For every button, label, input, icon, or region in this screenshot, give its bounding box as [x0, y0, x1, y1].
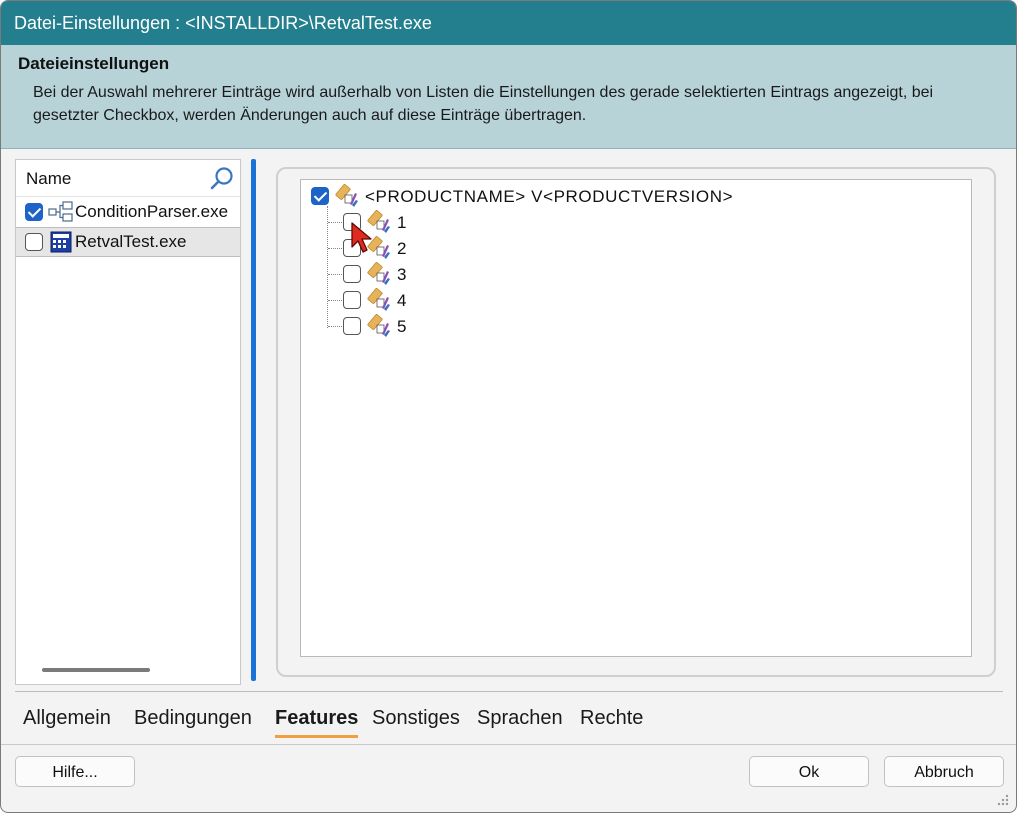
title-bar: Datei-Einstellungen : <INSTALLDIR>\Retva… [1, 1, 1016, 45]
features-group: <PRODUCTNAME> V<PRODUCTVERSION> 1 2 3 4 … [276, 167, 996, 677]
tree-connector [327, 206, 329, 328]
footer-separator [1, 744, 1016, 745]
tab-bedingungen[interactable]: Bedingungen [134, 707, 252, 730]
list-item-checkbox[interactable] [25, 203, 43, 221]
tree-node-checkbox[interactable] [343, 317, 361, 335]
tree-node-label: 2 [397, 239, 407, 258]
horizontal-scrollbar[interactable] [42, 668, 150, 672]
list-item-label: ConditionParser.exe [75, 202, 229, 221]
feature-icon [367, 288, 390, 311]
window-title: Datei-Einstellungen : <INSTALLDIR>\Retva… [14, 13, 432, 33]
feature-icon [367, 262, 390, 285]
tab-sprachen[interactable]: Sprachen [477, 707, 563, 730]
list-item-label: RetvalTest.exe [75, 232, 187, 251]
tree-node-checkbox[interactable] [343, 291, 361, 309]
tree-node-label: 5 [397, 317, 407, 336]
resize-grip-icon[interactable] [996, 793, 1010, 807]
tab-sonstiges[interactable]: Sonstiges [372, 707, 460, 730]
list-item[interactable]: RetvalTest.exe [16, 227, 240, 257]
tree-node-label: 3 [397, 265, 407, 284]
tree-node-checkbox[interactable] [343, 265, 361, 283]
ok-button[interactable]: Ok [749, 756, 869, 787]
tree-connector [328, 222, 342, 224]
tree-node-label: 1 [397, 213, 407, 232]
mouse-cursor-icon [351, 222, 372, 253]
search-icon[interactable] [208, 165, 236, 191]
dialog-window: Datei-Einstellungen : <INSTALLDIR>\Retva… [0, 0, 1017, 813]
list-item[interactable]: ConditionParser.exe [16, 198, 240, 227]
column-header-name[interactable]: Name [16, 160, 240, 197]
tab-separator [15, 691, 1003, 692]
tab-bar: Allgemein Bedingungen Features Sonstiges… [1, 701, 1016, 741]
column-header-label: Name [26, 169, 72, 188]
list-item-checkbox[interactable] [25, 233, 43, 251]
active-tab-underline [275, 735, 359, 738]
file-list-panel: Name ConditionParser.exe RetvalTest.exe [15, 159, 241, 685]
tree-connector [328, 326, 342, 328]
feature-icon [367, 314, 390, 337]
tab-features[interactable]: Features [275, 707, 359, 738]
tree-connector [328, 300, 342, 302]
header-description: Bei der Auswahl mehrerer Einträge wird a… [33, 84, 934, 124]
component-tree-icon [48, 201, 73, 222]
tab-allgemein[interactable]: Allgemein [23, 707, 111, 730]
cancel-button[interactable]: Abbruch [884, 756, 1004, 787]
pane-splitter[interactable] [251, 159, 256, 681]
tree-connector [328, 248, 342, 250]
header-heading: Dateieinstellungen [18, 54, 170, 73]
exe-file-icon [50, 231, 72, 253]
tree-node-label: <PRODUCTNAME> V<PRODUCTVERSION> [365, 187, 734, 206]
tree-connector [328, 274, 342, 276]
feature-icon [335, 184, 358, 207]
tab-rechte[interactable]: Rechte [580, 707, 643, 730]
feature-tree: <PRODUCTNAME> V<PRODUCTVERSION> 1 2 3 4 … [300, 179, 972, 657]
tree-node-label: 4 [397, 291, 407, 310]
help-button[interactable]: Hilfe... [15, 756, 135, 787]
info-header: Dateieinstellungen Bei der Auswahl mehre… [1, 45, 1016, 149]
tree-node-checkbox[interactable] [311, 187, 329, 205]
